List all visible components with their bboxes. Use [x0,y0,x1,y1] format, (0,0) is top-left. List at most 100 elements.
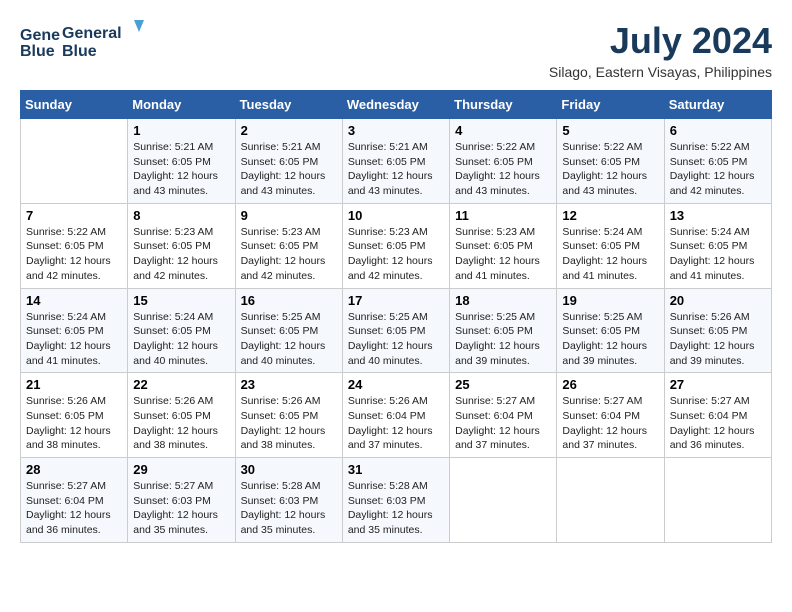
calendar-cell: 5 Sunrise: 5:22 AM Sunset: 6:05 PM Daylig… [557,119,664,204]
calendar-cell: 21 Sunrise: 5:26 AM Sunset: 6:05 PM Dayli… [21,373,128,458]
calendar-cell: 10 Sunrise: 5:23 AM Sunset: 6:05 PM Dayli… [342,203,449,288]
calendar-cell: 17 Sunrise: 5:25 AM Sunset: 6:05 PM Dayli… [342,288,449,373]
cell-content: Sunrise: 5:23 AM Sunset: 6:05 PM Dayligh… [241,225,337,284]
calendar-cell: 7 Sunrise: 5:22 AM Sunset: 6:05 PM Daylig… [21,203,128,288]
cell-content: Sunrise: 5:22 AM Sunset: 6:05 PM Dayligh… [26,225,122,284]
day-number: 20 [670,293,766,308]
cell-content: Sunrise: 5:25 AM Sunset: 6:05 PM Dayligh… [562,310,658,369]
day-number: 28 [26,462,122,477]
calendar-cell: 18Sunrise: 5:25 AM Sunset: 6:05 PM Dayli… [450,288,557,373]
calendar-cell: 31 Sunrise: 5:28 AM Sunset: 6:03 PM Dayli… [342,458,449,543]
calendar-cell: 13 Sunrise: 5:24 AM Sunset: 6:05 PM Dayli… [664,203,771,288]
day-number: 11 [455,208,551,223]
cell-content: Sunrise: 5:21 AM Sunset: 6:05 PM Dayligh… [241,140,337,199]
calendar-cell: 25 Sunrise: 5:27 AM Sunset: 6:04 PM Dayli… [450,373,557,458]
cell-content: Sunrise: 5:24 AM Sunset: 6:05 PM Dayligh… [562,225,658,284]
cell-content: Sunrise: 5:24 AM Sunset: 6:05 PM Dayligh… [670,225,766,284]
calendar-cell: 28 Sunrise: 5:27 AM Sunset: 6:04 PM Dayli… [21,458,128,543]
day-number: 31 [348,462,444,477]
cell-content: Sunrise: 5:27 AM Sunset: 6:04 PM Dayligh… [670,394,766,453]
calendar-cell: 3Sunrise: 5:21 AM Sunset: 6:05 PM Daylig… [342,119,449,204]
col-thursday: Thursday [450,91,557,119]
cell-content: Sunrise: 5:28 AM Sunset: 6:03 PM Dayligh… [241,479,337,538]
svg-text:Blue: Blue [62,43,97,60]
day-number: 1 [133,123,229,138]
calendar-cell: 9 Sunrise: 5:23 AM Sunset: 6:05 PM Daylig… [235,203,342,288]
day-number: 13 [670,208,766,223]
day-number: 21 [26,377,122,392]
cell-content: Sunrise: 5:23 AM Sunset: 6:05 PM Dayligh… [348,225,444,284]
col-monday: Monday [128,91,235,119]
cell-content: Sunrise: 5:25 AM Sunset: 6:05 PM Dayligh… [455,310,551,369]
cell-content: Sunrise: 5:22 AM Sunset: 6:05 PM Dayligh… [562,140,658,199]
calendar-cell: 24 Sunrise: 5:26 AM Sunset: 6:04 PM Dayli… [342,373,449,458]
cell-content: Sunrise: 5:28 AM Sunset: 6:03 PM Dayligh… [348,479,444,538]
calendar-cell: 8 Sunrise: 5:23 AM Sunset: 6:05 PM Daylig… [128,203,235,288]
svg-text:General: General [20,27,60,44]
day-number: 26 [562,377,658,392]
calendar-cell: 22Sunrise: 5:26 AM Sunset: 6:05 PM Dayli… [128,373,235,458]
day-number: 5 [562,123,658,138]
month-year-title: July 2024 [549,20,772,62]
calendar-week-row: 7 Sunrise: 5:22 AM Sunset: 6:05 PM Daylig… [21,203,772,288]
day-number: 12 [562,208,658,223]
calendar-cell: 11 Sunrise: 5:23 AM Sunset: 6:05 PM Dayli… [450,203,557,288]
cell-content: Sunrise: 5:26 AM Sunset: 6:04 PM Dayligh… [348,394,444,453]
calendar-cell: 16 Sunrise: 5:25 AM Sunset: 6:05 PM Dayli… [235,288,342,373]
cell-content: Sunrise: 5:27 AM Sunset: 6:04 PM Dayligh… [562,394,658,453]
cell-content: Sunrise: 5:27 AM Sunset: 6:04 PM Dayligh… [26,479,122,538]
col-wednesday: Wednesday [342,91,449,119]
cell-content: Sunrise: 5:23 AM Sunset: 6:05 PM Dayligh… [455,225,551,284]
day-number: 29 [133,462,229,477]
calendar-week-row: 14 Sunrise: 5:24 AM Sunset: 6:05 PM Dayli… [21,288,772,373]
calendar-week-row: 1 Sunrise: 5:21 AM Sunset: 6:05 PM Daylig… [21,119,772,204]
calendar-cell: 1Sunrise: 5:21 AM Sunset: 6:05 PM Daylig… [128,119,235,204]
cell-content: Sunrise: 5:22 AM Sunset: 6:05 PM Dayligh… [670,140,766,199]
day-number: 16 [241,293,337,308]
calendar-cell: 15Sunrise: 5:24 AM Sunset: 6:05 PM Dayli… [128,288,235,373]
calendar-week-row: 21 Sunrise: 5:26 AM Sunset: 6:05 PM Dayli… [21,373,772,458]
title-block: July 2024 Silago, Eastern Visayas, Phili… [549,20,772,80]
header-row: Sunday Monday Tuesday Wednesday Thursday… [21,91,772,119]
col-friday: Friday [557,91,664,119]
calendar-cell: 27Sunrise: 5:27 AM Sunset: 6:04 PM Dayli… [664,373,771,458]
day-number: 30 [241,462,337,477]
calendar-cell [450,458,557,543]
calendar-cell: 6Sunrise: 5:22 AM Sunset: 6:05 PM Daylig… [664,119,771,204]
day-number: 14 [26,293,122,308]
logo-full: General Blue [62,20,152,64]
logo-icon: General Blue [20,22,60,62]
day-number: 17 [348,293,444,308]
calendar-cell: 20 Sunrise: 5:26 AM Sunset: 6:05 PM Dayli… [664,288,771,373]
day-number: 7 [26,208,122,223]
cell-content: Sunrise: 5:26 AM Sunset: 6:05 PM Dayligh… [26,394,122,453]
col-saturday: Saturday [664,91,771,119]
calendar-cell: 26 Sunrise: 5:27 AM Sunset: 6:04 PM Dayli… [557,373,664,458]
cell-content: Sunrise: 5:25 AM Sunset: 6:05 PM Dayligh… [241,310,337,369]
calendar-cell [21,119,128,204]
day-number: 24 [348,377,444,392]
cell-content: Sunrise: 5:23 AM Sunset: 6:05 PM Dayligh… [133,225,229,284]
cell-content: Sunrise: 5:26 AM Sunset: 6:05 PM Dayligh… [670,310,766,369]
day-number: 25 [455,377,551,392]
day-number: 9 [241,208,337,223]
svg-text:General: General [62,25,122,42]
cell-content: Sunrise: 5:27 AM Sunset: 6:03 PM Dayligh… [133,479,229,538]
calendar-body: 1 Sunrise: 5:21 AM Sunset: 6:05 PM Daylig… [21,119,772,543]
cell-content: Sunrise: 5:25 AM Sunset: 6:05 PM Dayligh… [348,310,444,369]
location-subtitle: Silago, Eastern Visayas, Philippines [549,64,772,80]
logo: General Blue General Blue [20,20,152,64]
day-number: 15 [133,293,229,308]
calendar-cell: 12 Sunrise: 5:24 AM Sunset: 6:05 PM Dayli… [557,203,664,288]
cell-content: Sunrise: 5:26 AM Sunset: 6:05 PM Dayligh… [133,394,229,453]
calendar-cell: 30 Sunrise: 5:28 AM Sunset: 6:03 PM Dayli… [235,458,342,543]
cell-content: Sunrise: 5:27 AM Sunset: 6:04 PM Dayligh… [455,394,551,453]
day-number: 10 [348,208,444,223]
calendar-cell: 29 Sunrise: 5:27 AM Sunset: 6:03 PM Dayli… [128,458,235,543]
day-number: 3 [348,123,444,138]
day-number: 19 [562,293,658,308]
day-number: 8 [133,208,229,223]
day-number: 2 [241,123,337,138]
cell-content: Sunrise: 5:24 AM Sunset: 6:05 PM Dayligh… [26,310,122,369]
page-header: General Blue General Blue July 2024 Sila… [20,20,772,80]
